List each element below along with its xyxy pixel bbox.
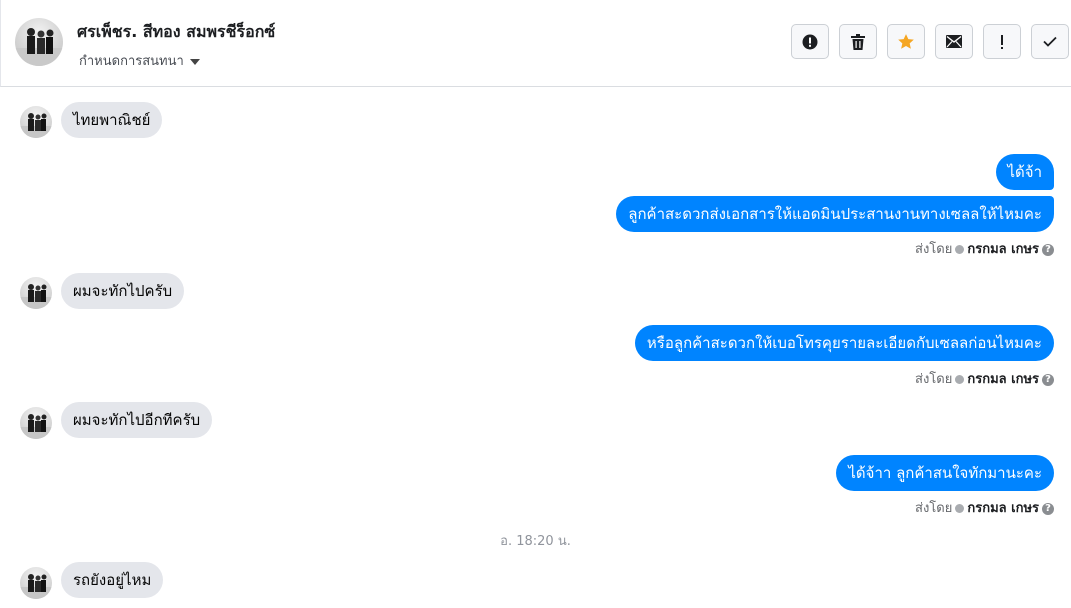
contact-avatar-small <box>20 106 52 138</box>
contact-avatar-small <box>20 407 52 439</box>
sent-by-label: ส่งโดย <box>915 372 953 387</box>
sent-by-agent: กรกมล เกษร <box>967 372 1039 387</box>
contact-avatar-small <box>20 277 52 309</box>
incoming-message[interactable]: ผมจะทักไปอีกทีครับ <box>61 402 213 438</box>
incoming-message[interactable]: ไทยพาณิชย์ <box>61 102 163 138</box>
help-icon[interactable]: ? <box>1042 373 1054 386</box>
sent-by-info: ส่งโดย กรกมล เกษร? <box>915 497 1054 518</box>
mark-unread-button[interactable] <box>935 24 973 59</box>
sent-by-info: ส่งโดย กรกมล เกษร? <box>915 368 1054 389</box>
agent-status-icon <box>955 504 965 513</box>
exclamation-icon <box>1001 34 1003 49</box>
check-icon <box>1043 36 1057 47</box>
envelope-icon <box>946 35 962 48</box>
done-button[interactable] <box>1031 24 1069 59</box>
outgoing-message[interactable]: ได้จ้าา ลูกค้าสนใจทักมานะคะ <box>836 455 1054 491</box>
help-icon[interactable]: ? <box>1042 243 1054 256</box>
caret-down-icon <box>189 58 200 65</box>
incoming-message[interactable]: ผมจะทักไปครับ <box>61 273 185 309</box>
important-button[interactable] <box>983 24 1021 59</box>
outgoing-message[interactable]: ลูกค้าสะดวกส่งเอกสารให้แอดมินประสานงานทา… <box>616 196 1054 232</box>
star-button[interactable] <box>887 24 925 59</box>
help-icon[interactable]: ? <box>1042 502 1054 515</box>
star-icon <box>898 33 914 49</box>
message-timestamp: อ. 18:20 น. <box>500 534 571 549</box>
exclamation-circle-icon <box>802 34 818 49</box>
sent-by-label: ส่งโดย <box>915 501 953 516</box>
agent-status-icon <box>955 245 965 254</box>
conversation-schedule-dropdown[interactable]: กำหนดการสนทนา <box>79 50 200 71</box>
incoming-message[interactable]: รถยังอยู่ไหม <box>61 562 164 598</box>
report-button[interactable] <box>791 24 829 59</box>
sent-by-agent: กรกมล เกษร <box>967 242 1039 257</box>
contact-avatar-small <box>20 567 52 599</box>
delete-button[interactable] <box>839 24 877 59</box>
sent-by-label: ส่งโดย <box>915 242 953 257</box>
agent-status-icon <box>955 375 965 384</box>
outgoing-message[interactable]: ได้จ้า <box>995 154 1054 190</box>
contact-avatar[interactable] <box>15 18 63 66</box>
sent-by-info: ส่งโดย กรกมล เกษร? <box>915 238 1054 259</box>
sent-by-agent: กรกมล เกษร <box>967 501 1039 516</box>
schedule-label: กำหนดการสนทนา <box>79 54 184 69</box>
contact-name: ศรเพ็ชร. สีทอง สมพรชีร็อกซ์ <box>77 22 276 41</box>
outgoing-message[interactable]: หรือลูกค้าสะดวกให้เบอโทรคุยรายละเอียดกับ… <box>634 325 1054 361</box>
conversation-header: ศรเพ็ชร. สีทอง สมพรชีร็อกซ์ กำหนดการสนทน… <box>0 0 1071 87</box>
trash-icon <box>851 33 865 50</box>
